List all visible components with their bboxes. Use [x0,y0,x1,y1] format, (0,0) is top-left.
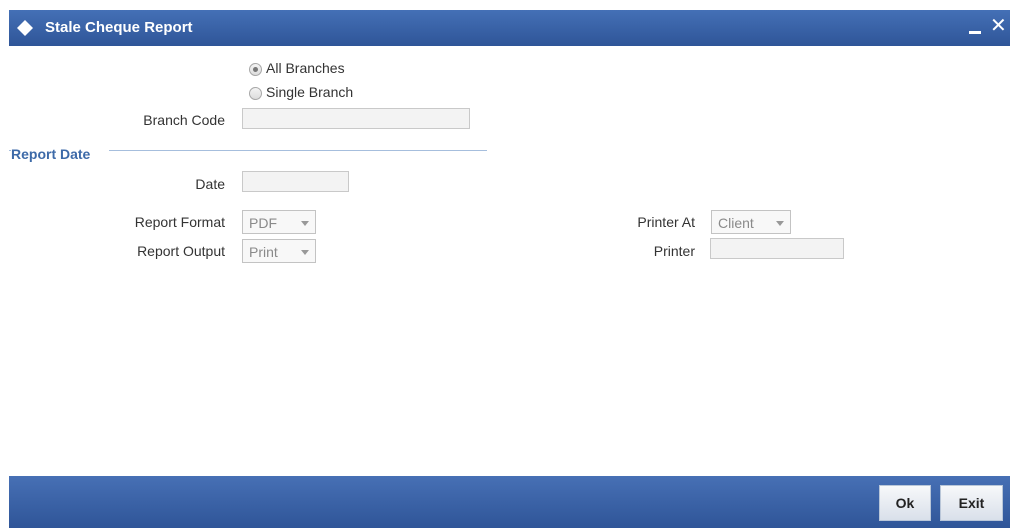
printer-label: Printer [653,243,695,259]
printer-input[interactable] [710,238,844,259]
branch-code-label: Branch Code [143,112,225,128]
branch-code-input[interactable] [242,108,470,129]
date-label: Date [195,176,225,192]
ok-button[interactable]: Ok [879,485,931,521]
report-output-select[interactable]: Print [242,239,316,263]
printer-at-select[interactable]: Client [711,210,791,234]
exit-button[interactable]: Exit [940,485,1003,521]
chevron-down-icon [776,221,784,226]
report-output-value: Print [249,244,278,260]
chevron-down-icon [301,221,309,226]
radio-all-branches-label: All Branches [266,60,345,76]
report-window: Stale Cheque Report ✕ All Branches Singl… [9,10,1010,528]
radio-single-branch[interactable] [249,87,262,100]
radio-single-branch-label: Single Branch [266,84,354,100]
section-divider-right [109,150,487,151]
title-bar: Stale Cheque Report ✕ [9,10,1010,46]
report-output-label: Report Output [137,243,225,259]
chevron-down-icon [301,250,309,255]
footer-bar: Ok Exit [9,476,1010,528]
printer-at-label: Printer At [637,214,695,230]
report-format-select[interactable]: PDF [242,210,316,234]
window-title: Stale Cheque Report [45,19,193,36]
diamond-icon [17,20,33,36]
printer-at-value: Client [718,215,754,231]
report-format-value: PDF [249,215,277,231]
radio-all-branches[interactable] [249,63,262,76]
close-icon[interactable]: ✕ [990,16,1008,38]
report-date-legend: Report Date [11,146,91,162]
minimize-icon[interactable] [967,18,983,38]
date-input[interactable] [242,171,349,192]
report-format-label: Report Format [134,214,225,230]
